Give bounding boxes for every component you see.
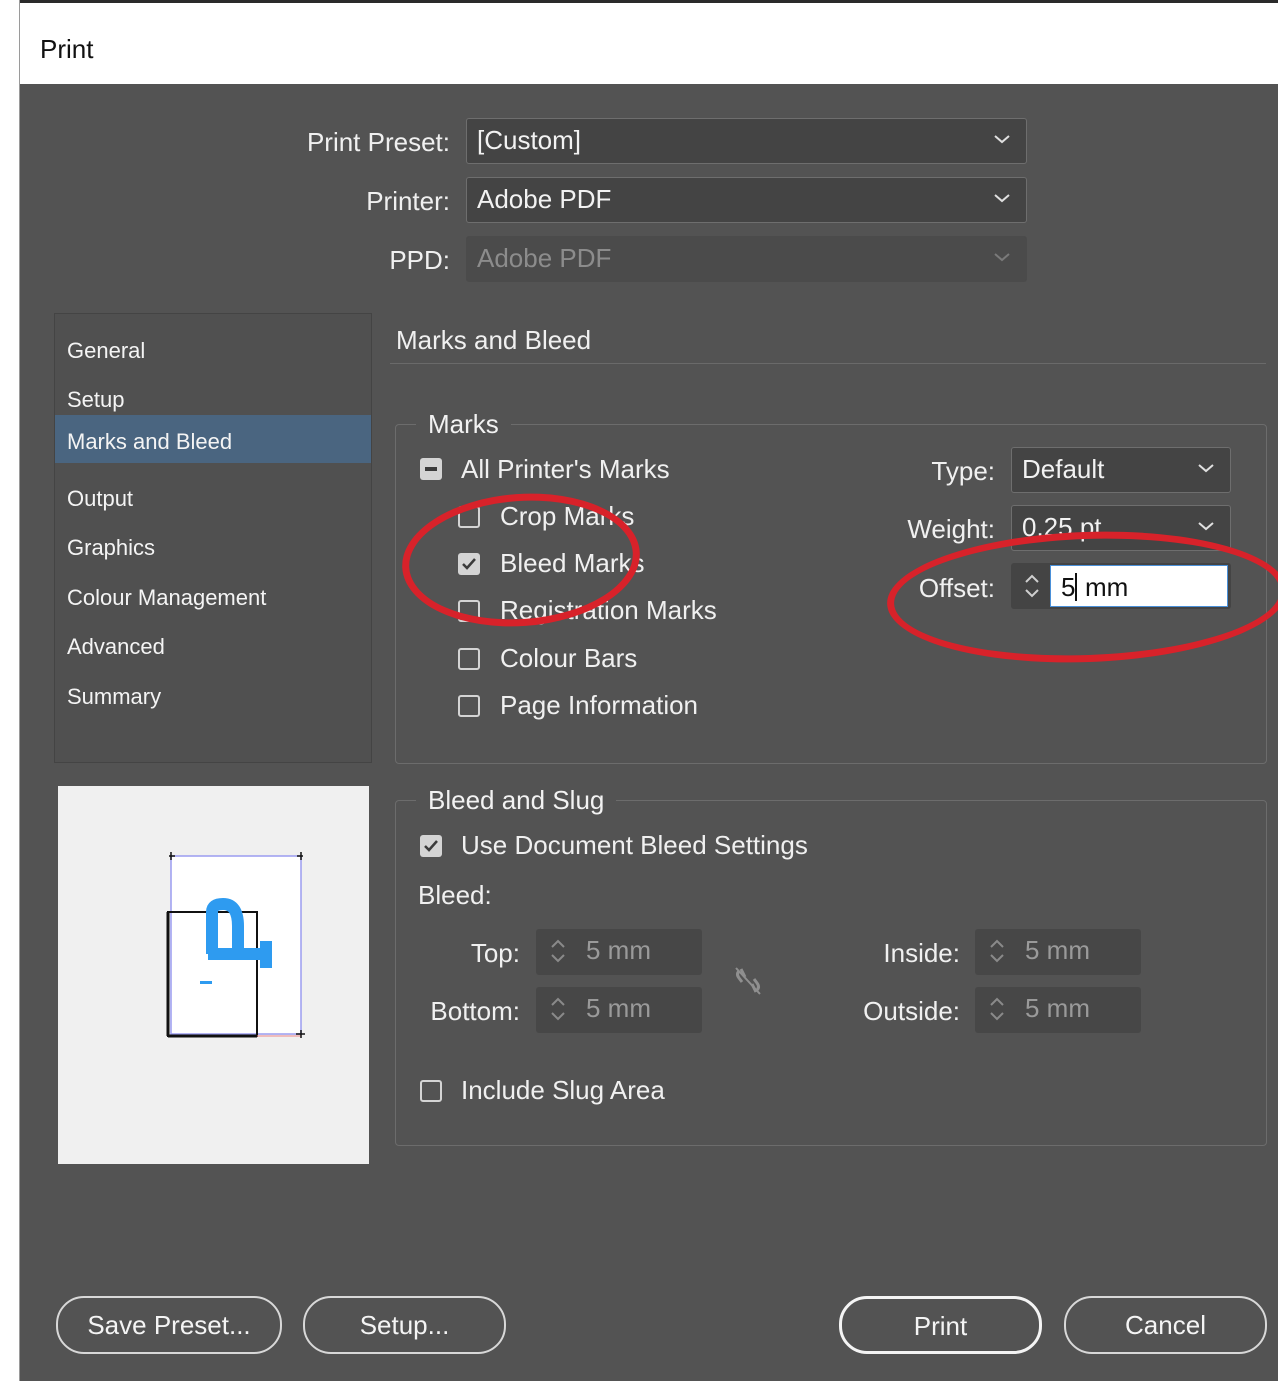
checkmark-icon	[424, 840, 438, 852]
setup-button-label: Setup...	[359, 1310, 450, 1340]
printer-select[interactable]: Adobe PDF	[466, 177, 1027, 223]
print-preset-value: [Custom]	[477, 125, 582, 155]
bleed-inside-label: Inside:	[883, 938, 960, 968]
sidebar-item-advanced[interactable]: Advanced	[55, 620, 371, 668]
page-preview	[58, 786, 369, 1164]
printer-label: Printer:	[366, 186, 450, 216]
type-select[interactable]: Default	[1011, 447, 1231, 493]
window-title: Print	[40, 34, 94, 64]
bleed-outside-field: 5 mm	[975, 987, 1141, 1033]
spinner-arrows-icon	[990, 939, 1004, 963]
page-preview-graphic	[166, 852, 305, 1038]
bleed-bottom-field: 5 mm	[536, 987, 702, 1033]
window-left-edge	[0, 0, 20, 1381]
sidebar-item-marks-and-bleed[interactable]: Marks and Bleed	[55, 415, 371, 463]
bleed-top-label: Top:	[470, 938, 520, 968]
ppd-select: Adobe PDF	[466, 236, 1027, 282]
printer-value: Adobe PDF	[477, 184, 612, 214]
sidebar-item-setup[interactable]: Setup	[55, 373, 371, 421]
window-top-edge	[0, 0, 1278, 8]
panel-title-divider	[390, 363, 1266, 364]
use-document-bleed-label: Use Document Bleed Settings	[461, 830, 808, 860]
colour-bars-checkbox[interactable]	[458, 648, 480, 670]
sidebar-item-summary[interactable]: Summary	[55, 670, 371, 718]
spinner-arrows-icon	[990, 997, 1004, 1021]
chevron-down-icon	[994, 194, 1010, 203]
page-information-label: Page Information	[500, 690, 699, 720]
chevron-down-icon	[994, 135, 1010, 144]
bleed-bottom-label: Bottom:	[430, 996, 520, 1026]
bleed-top-field: 5 mm	[536, 929, 702, 975]
sidebar-item-graphics[interactable]: Graphics	[55, 521, 371, 569]
chevron-down-icon	[994, 253, 1010, 262]
colour-bars-label: Colour Bars	[500, 643, 638, 673]
bleed-inside-field: 5 mm	[975, 929, 1141, 975]
type-label: Type:	[931, 456, 995, 486]
ppd-value: Adobe PDF	[477, 243, 612, 273]
bleed-slug-group-title: Bleed and Slug	[416, 785, 617, 816]
print-button[interactable]: Print	[839, 1296, 1042, 1354]
all-printers-marks-label: All Printer's Marks	[461, 454, 670, 484]
category-list: General Setup Marks and Bleed Output Gra…	[54, 313, 372, 763]
print-preset-label: Print Preset:	[306, 127, 450, 157]
cancel-button[interactable]: Cancel	[1064, 1296, 1267, 1354]
include-slug-checkbox[interactable]	[420, 1080, 442, 1102]
bleed-label: Bleed:	[418, 880, 492, 910]
ppd-label: PPD:	[389, 245, 450, 275]
chevron-down-icon	[1198, 464, 1214, 473]
page-information-checkbox[interactable]	[458, 695, 480, 717]
save-preset-button-label: Save Preset...	[87, 1310, 251, 1340]
bleed-top-value: 5 mm	[586, 935, 651, 965]
include-slug-label: Include Slug Area	[461, 1075, 665, 1105]
cancel-button-label: Cancel	[1125, 1310, 1206, 1340]
bleed-bottom-value: 5 mm	[586, 993, 651, 1023]
spinner-arrows-icon	[551, 997, 565, 1021]
sidebar-item-output[interactable]: Output	[55, 472, 371, 520]
save-preset-button[interactable]: Save Preset...	[56, 1296, 282, 1354]
print-button-label: Print	[913, 1311, 968, 1341]
print-preset-select[interactable]: [Custom]	[466, 118, 1027, 164]
all-printers-marks-checkbox[interactable]	[420, 458, 442, 480]
bleed-outside-value: 5 mm	[1025, 993, 1090, 1023]
mixed-dash-icon	[425, 467, 437, 471]
broken-link-icon	[735, 967, 761, 995]
type-value: Default	[1022, 454, 1105, 484]
use-document-bleed-checkbox[interactable]	[420, 835, 442, 857]
bleed-outside-label: Outside:	[863, 996, 960, 1026]
bleed-inside-value: 5 mm	[1025, 935, 1090, 965]
panel-title: Marks and Bleed	[396, 325, 592, 355]
spinner-arrows-icon	[551, 939, 565, 963]
sidebar-item-general[interactable]: General	[55, 324, 371, 372]
sidebar-item-colour-management[interactable]: Colour Management	[55, 571, 371, 619]
chevron-down-icon	[1198, 522, 1214, 531]
setup-button[interactable]: Setup...	[303, 1296, 506, 1354]
weight-label: Weight:	[907, 514, 995, 544]
title-bar: Print	[20, 8, 1278, 84]
marks-group-title: Marks	[416, 409, 511, 440]
